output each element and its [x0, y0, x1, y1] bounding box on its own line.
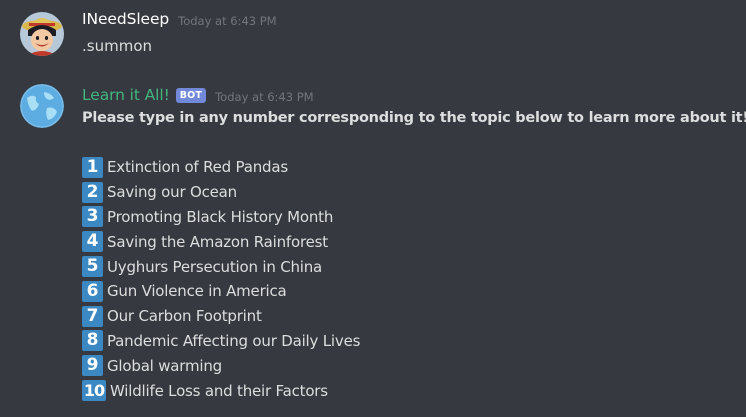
topic-item: 1 Extinction of Red Pandas [82, 155, 360, 180]
topic-item: 5 Uyghurs Persecution in China [82, 254, 360, 279]
keycap-number-icon: 7 [82, 305, 103, 327]
user-avatar-icon [20, 12, 64, 56]
topic-item: 9 Global warming [82, 353, 360, 378]
keycap-number-icon: 2 [82, 181, 103, 203]
username[interactable]: INeedSleep [82, 10, 169, 28]
keycap-number-icon: 9 [82, 355, 103, 377]
topic-label: Saving the Amazon Rainforest [107, 232, 328, 251]
topic-label: Extinction of Red Pandas [107, 158, 288, 177]
topic-label: Our Carbon Footprint [107, 307, 262, 326]
earth-globe-icon [20, 84, 64, 128]
message-timestamp[interactable]: Today at 6:43 PM [178, 14, 276, 28]
keycap-number-icon: 10 [82, 380, 106, 402]
message-timestamp[interactable]: Today at 6:43 PM [215, 90, 313, 104]
topic-label: Gun Violence in America [107, 282, 287, 301]
bot-avatar[interactable] [20, 84, 64, 128]
bot-tag-badge: BOT [175, 88, 207, 103]
keycap-number-icon: 6 [82, 280, 103, 302]
topic-label: Global warming [107, 356, 222, 375]
bot-username[interactable]: Learn it All! [82, 86, 170, 104]
topic-item: 3 Promoting Black History Month [82, 205, 360, 230]
bot-instruction-text: Please type in any number corresponding … [82, 110, 746, 126]
topic-item: 10 Wildlife Loss and their Factors [82, 378, 360, 403]
topic-item: 8 Pandemic Affecting our Daily Lives [82, 329, 360, 354]
topic-label: Wildlife Loss and their Factors [110, 381, 328, 400]
topic-label: Saving our Ocean [107, 183, 237, 202]
keycap-number-icon: 8 [82, 330, 103, 352]
topic-item: 6 Gun Violence in America [82, 279, 360, 304]
topic-item: 7 Our Carbon Footprint [82, 304, 360, 329]
topic-item: 2 Saving our Ocean [82, 180, 360, 205]
chat-channel: INeedSleep Today at 6:43 PM .summon Lear… [0, 0, 746, 417]
topic-label: Promoting Black History Month [107, 207, 334, 226]
topic-label: Pandemic Affecting our Daily Lives [107, 331, 361, 350]
topic-label: Uyghurs Persecution in China [107, 257, 323, 276]
topic-list: 1 Extinction of Red Pandas 2 Saving our … [82, 155, 360, 403]
message-text: .summon [82, 37, 152, 55]
keycap-number-icon: 3 [82, 206, 103, 228]
topic-item: 4 Saving the Amazon Rainforest [82, 229, 360, 254]
keycap-number-icon: 5 [82, 256, 103, 278]
keycap-number-icon: 4 [82, 231, 103, 253]
user-avatar[interactable] [20, 12, 64, 56]
keycap-number-icon: 1 [82, 156, 103, 178]
